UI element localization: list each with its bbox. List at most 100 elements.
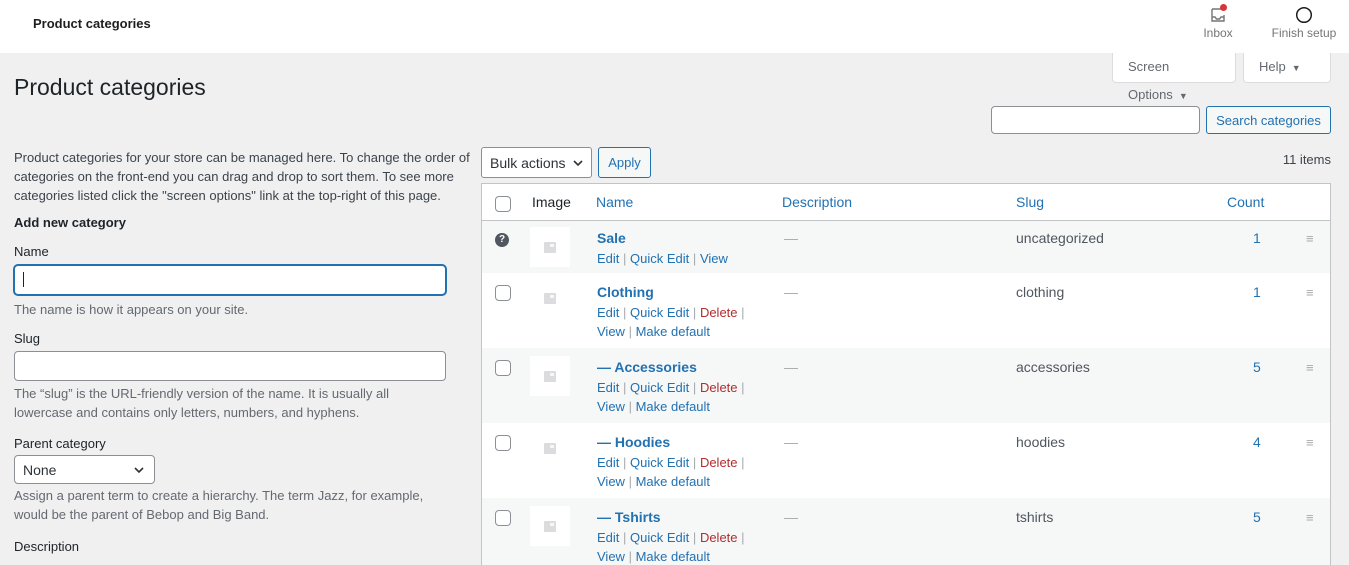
category-count-link[interactable]: 4 <box>1253 434 1261 450</box>
separator: | <box>628 474 632 489</box>
category-count-link[interactable]: 5 <box>1253 359 1261 375</box>
separator: | <box>741 455 745 470</box>
table-row: ? Sale Edit | Quick Edit | View — uncate… <box>482 221 1330 273</box>
separator: | <box>623 530 627 545</box>
category-name-link[interactable]: — Accessories <box>597 359 697 375</box>
name-label: Name <box>14 244 49 259</box>
finish-setup-button[interactable]: Finish setup <box>1262 6 1346 40</box>
bulk-actions-select[interactable]: Bulk actions <box>481 147 592 178</box>
view-link[interactable]: View <box>597 474 625 489</box>
chevron-down-icon <box>134 466 144 473</box>
table-header: Image Name Description Slug Count <box>482 184 1330 221</box>
column-header-count[interactable]: Count <box>1227 194 1264 210</box>
slug-help-text: The “slug” is the URL-friendly version o… <box>14 386 389 420</box>
description-field-group: Description <box>14 539 470 554</box>
caret-down-icon: ▼ <box>1291 63 1301 73</box>
edit-link[interactable]: Edit <box>597 380 619 395</box>
category-slug: uncategorized <box>1016 230 1104 246</box>
drag-handle-icon[interactable]: ≡ <box>1306 510 1314 525</box>
select-all-checkbox[interactable] <box>495 196 511 212</box>
row-checkbox[interactable] <box>495 360 511 376</box>
column-header-image: Image <box>532 194 571 210</box>
category-description: — <box>784 284 798 300</box>
quick-edit-link[interactable]: Quick Edit <box>630 251 689 266</box>
quick-edit-link[interactable]: Quick Edit <box>630 380 689 395</box>
inbox-button[interactable]: Inbox <box>1200 4 1236 40</box>
help-icon[interactable]: ? <box>495 233 509 247</box>
edit-link[interactable]: Edit <box>597 455 619 470</box>
separator: | <box>692 251 697 266</box>
make-default-link[interactable]: Make default <box>636 324 710 339</box>
edit-link[interactable]: Edit <box>597 530 619 545</box>
drag-handle-icon[interactable]: ≡ <box>1306 285 1314 300</box>
category-slug: hoodies <box>1016 434 1066 450</box>
column-header-name[interactable]: Name <box>596 194 633 210</box>
row-actions: Edit | Quick Edit | Delete | View | Make… <box>597 453 757 491</box>
row-checkbox[interactable] <box>495 435 511 451</box>
category-name-link[interactable]: — Hoodies <box>597 434 670 450</box>
category-name-link[interactable]: — Tshirts <box>597 509 661 525</box>
inbox-label: Inbox <box>1203 26 1233 40</box>
view-link[interactable]: View <box>597 549 625 564</box>
category-slug: tshirts <box>1016 509 1054 525</box>
row-checkbox[interactable] <box>495 285 511 301</box>
quick-edit-link[interactable]: Quick Edit <box>630 455 689 470</box>
table-nav-top: Bulk actions Apply 11 items <box>481 147 1331 179</box>
category-count-link[interactable]: 5 <box>1253 509 1261 525</box>
items-count: 11 items <box>1282 152 1331 167</box>
caret-down-icon: ▼ <box>1178 91 1188 101</box>
edit-link[interactable]: Edit <box>597 305 619 320</box>
delete-link[interactable]: Delete <box>700 305 738 320</box>
name-input[interactable] <box>14 265 446 295</box>
page-title: Product categories <box>14 74 206 100</box>
delete-link[interactable]: Delete <box>700 530 738 545</box>
make-default-link[interactable]: Make default <box>636 399 710 414</box>
edit-link[interactable]: Edit <box>597 251 619 266</box>
parent-category-label: Parent category <box>14 436 106 451</box>
slug-input[interactable] <box>14 351 446 381</box>
make-default-link[interactable]: Make default <box>636 474 710 489</box>
help-button[interactable]: Help ▼ <box>1243 53 1331 83</box>
separator: | <box>623 455 627 470</box>
category-description: — <box>784 509 798 525</box>
category-count-link[interactable]: 1 <box>1253 230 1261 246</box>
category-description: — <box>784 230 798 246</box>
screen-options-button[interactable]: Screen Options ▼ <box>1112 53 1236 102</box>
delete-link[interactable]: Delete <box>700 455 738 470</box>
row-actions: Edit | Quick Edit | View <box>597 249 757 268</box>
category-description: — <box>784 434 798 450</box>
category-slug: accessories <box>1016 359 1090 375</box>
column-header-slug[interactable]: Slug <box>1016 194 1044 210</box>
quick-edit-link[interactable]: Quick Edit <box>630 530 689 545</box>
parent-category-select[interactable]: None <box>14 455 155 484</box>
category-name-link[interactable]: Clothing <box>597 284 654 300</box>
row-checkbox[interactable] <box>495 510 511 526</box>
search-input[interactable] <box>991 106 1200 134</box>
parent-category-value: None <box>23 461 57 478</box>
text-cursor <box>23 272 24 287</box>
delete-link[interactable]: Delete <box>700 380 738 395</box>
category-name-link[interactable]: Sale <box>597 230 626 246</box>
quick-edit-link[interactable]: Quick Edit <box>630 305 689 320</box>
drag-handle-icon[interactable]: ≡ <box>1306 435 1314 450</box>
description-label: Description <box>14 539 80 554</box>
category-thumbnail <box>530 356 570 396</box>
view-link[interactable]: View <box>700 251 728 266</box>
table-row: Clothing Edit | Quick Edit | Delete | Vi… <box>482 273 1330 348</box>
view-link[interactable]: View <box>597 399 625 414</box>
column-header-description[interactable]: Description <box>782 194 852 210</box>
category-count-link[interactable]: 1 <box>1253 284 1261 300</box>
apply-button[interactable]: Apply <box>598 147 651 178</box>
make-default-link[interactable]: Make default <box>636 549 710 564</box>
view-link[interactable]: View <box>597 324 625 339</box>
finish-setup-label: Finish setup <box>1271 26 1337 40</box>
drag-handle-icon[interactable]: ≡ <box>1306 231 1314 246</box>
search-categories-button[interactable]: Search categories <box>1206 106 1331 134</box>
image-placeholder-icon <box>544 370 556 382</box>
category-thumbnail <box>530 506 570 546</box>
table-row: — Accessories Edit | Quick Edit | Delete… <box>482 348 1330 423</box>
image-placeholder-icon <box>544 292 556 304</box>
header-title: Product categories <box>33 16 151 31</box>
slug-label: Slug <box>14 331 41 346</box>
drag-handle-icon[interactable]: ≡ <box>1306 360 1314 375</box>
